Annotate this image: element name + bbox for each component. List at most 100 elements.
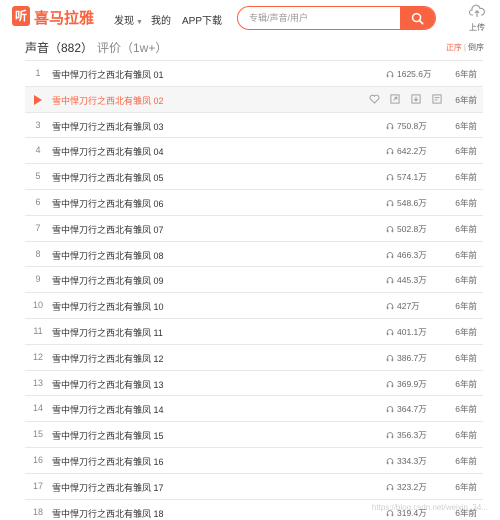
headphone-icon <box>386 226 394 232</box>
track-time: 6年前 <box>455 326 477 337</box>
track-index: 4 <box>35 145 41 156</box>
sort-asc-button[interactable]: 正序 <box>446 43 462 52</box>
tab-reviews[interactable]: 评价（1w+） <box>97 39 167 56</box>
track-row[interactable]: 12 雪中悍刀行之西北有雏凤 12 386.7万 6年前 <box>25 345 483 371</box>
sort-desc-button[interactable]: 倒序 <box>468 43 484 52</box>
logo-text[interactable]: 喜马拉雅 <box>34 7 94 28</box>
headphone-icon <box>386 329 394 336</box>
track-title[interactable]: 雪中悍刀行之西北有雏凤 09 <box>52 274 164 287</box>
track-time: 6年前 <box>455 430 477 441</box>
nav-mine[interactable]: 我的 <box>151 12 171 27</box>
nav-mine-label: 我的 <box>151 16 171 27</box>
track-title[interactable]: 雪中悍刀行之西北有雏凤 02 <box>52 94 164 107</box>
play-count: 445.3万 <box>386 274 427 286</box>
track-title[interactable]: 雪中悍刀行之西北有雏凤 12 <box>52 352 164 365</box>
nav-app-download[interactable]: APP下载 <box>182 12 222 27</box>
headphone-icon <box>386 148 394 155</box>
track-title[interactable]: 雪中悍刀行之西北有雏凤 18 <box>52 507 164 520</box>
track-title[interactable]: 雪中悍刀行之西北有雏凤 17 <box>52 481 164 494</box>
play-count: 642.2万 <box>386 145 427 157</box>
play-count: 466.3万 <box>386 249 427 261</box>
upload-cloud-icon <box>468 4 485 17</box>
download-icon[interactable] <box>410 93 422 105</box>
headphone-icon <box>386 483 394 490</box>
track-title[interactable]: 雪中悍刀行之西北有雏凤 10 <box>52 300 164 313</box>
add-to-playlist-icon[interactable] <box>431 93 443 105</box>
track-index: 10 <box>32 300 43 311</box>
headphone-icon <box>386 354 394 361</box>
play-count-value: 548.6万 <box>397 197 427 208</box>
track-title[interactable]: 雪中悍刀行之西北有雏凤 05 <box>52 171 164 184</box>
play-count-value: 574.1万 <box>397 172 427 183</box>
track-list: 1 雪中悍刀行之西北有雏凤 01 1625.6万 6年前雪中悍刀行之西北有雏凤 02 6… <box>25 60 483 520</box>
headphone-icon <box>386 122 394 129</box>
track-row[interactable]: 8 雪中悍刀行之西北有雏凤 08 466.3万 6年前 <box>25 242 483 268</box>
nav-discover[interactable]: 发现 ▼ <box>114 12 143 27</box>
track-title[interactable]: 雪中悍刀行之西北有雏凤 15 <box>52 429 164 442</box>
track-title[interactable]: 雪中悍刀行之西北有雏凤 08 <box>52 249 164 262</box>
search-button[interactable] <box>400 7 435 29</box>
headphone-icon <box>386 251 394 258</box>
track-title[interactable]: 雪中悍刀行之西北有雏凤 01 <box>52 68 164 81</box>
nav-app-download-label: APP下载 <box>182 16 223 27</box>
track-row[interactable]: 4 雪中悍刀行之西北有雏凤 04 642.2万 6年前 <box>25 138 483 165</box>
track-row[interactable]: 雪中悍刀行之西北有雏凤 02 6年前 <box>25 86 483 113</box>
track-title[interactable]: 雪中悍刀行之西北有雏凤 04 <box>52 145 164 158</box>
track-row[interactable]: 5 雪中悍刀行之西北有雏凤 05 574.1万 6年前 <box>25 164 483 190</box>
play-count-value: 356.3万 <box>397 430 427 441</box>
heart-icon[interactable] <box>368 93 380 105</box>
track-row[interactable]: 3 雪中悍刀行之西北有雏凤 03 750.8万 6年前 <box>25 113 483 139</box>
track-row[interactable]: 15 雪中悍刀行之西北有雏凤 15 356.3万 6年前 <box>25 422 483 448</box>
share-icon[interactable] <box>389 93 401 105</box>
track-title[interactable]: 雪中悍刀行之西北有雏凤 06 <box>52 197 164 210</box>
track-title[interactable]: 雪中悍刀行之西北有雏凤 07 <box>52 223 164 236</box>
play-count: 323.2万 <box>386 481 427 493</box>
play-icon[interactable] <box>34 94 42 105</box>
track-row[interactable]: 6 雪中悍刀行之西北有雏凤 06 548.6万 6年前 <box>25 190 483 216</box>
track-title[interactable]: 雪中悍刀行之西北有雏凤 16 <box>52 455 164 468</box>
track-row[interactable]: 9 雪中悍刀行之西北有雏凤 09 445.3万 6年前 <box>25 267 483 294</box>
track-row[interactable]: 11 雪中悍刀行之西北有雏凤 11 401.1万 6年前 <box>25 319 483 345</box>
search-input[interactable] <box>238 7 403 29</box>
track-time: 6年前 <box>455 352 477 363</box>
track-time: 6年前 <box>455 94 477 105</box>
track-index: 6 <box>35 196 41 207</box>
play-count: 364.7万 <box>386 403 427 415</box>
play-count-value: 386.7万 <box>397 352 427 363</box>
nav-discover-label: 发现 <box>114 16 134 27</box>
play-count: 502.8万 <box>386 223 427 235</box>
play-count: 369.9万 <box>386 378 427 390</box>
track-time: 6年前 <box>455 120 477 131</box>
track-actions <box>368 93 443 105</box>
track-title[interactable]: 雪中悍刀行之西北有雏凤 14 <box>52 403 164 416</box>
track-row[interactable]: 14 雪中悍刀行之西北有雏凤 14 364.7万 6年前 <box>25 396 483 423</box>
track-index: 14 <box>32 403 43 414</box>
play-count-value: 750.8万 <box>397 120 427 131</box>
play-count-value: 445.3万 <box>397 275 427 286</box>
play-count-value: 427万 <box>397 301 420 312</box>
headphone-icon <box>386 406 394 413</box>
track-row[interactable]: 10 雪中悍刀行之西北有雏凤 10 427万 6年前 <box>25 293 483 319</box>
sort-toggle: 正序 | 倒序 <box>446 42 484 53</box>
track-index: 8 <box>35 248 41 259</box>
track-index: 16 <box>32 454 43 465</box>
track-index: 15 <box>32 429 43 440</box>
track-row[interactable]: 7 雪中悍刀行之西北有雏凤 07 502.8万 6年前 <box>25 216 483 242</box>
track-row[interactable]: 16 雪中悍刀行之西北有雏凤 16 334.3万 6年前 <box>25 448 483 474</box>
track-time: 6年前 <box>455 481 477 492</box>
track-row[interactable]: 13 雪中悍刀行之西北有雏凤 13 369.9万 6年前 <box>25 371 483 397</box>
play-count: 386.7万 <box>386 352 427 364</box>
track-row[interactable]: 17 雪中悍刀行之西北有雏凤 17 323.2万 6年前 <box>25 474 483 500</box>
play-count: 427万 <box>386 300 420 312</box>
sort-separator: | <box>463 43 466 52</box>
play-count-value: 369.9万 <box>397 378 427 389</box>
upload-button[interactable]: 上传 <box>466 4 488 33</box>
track-title[interactable]: 雪中悍刀行之西北有雏凤 03 <box>52 120 164 133</box>
track-title[interactable]: 雪中悍刀行之西北有雏凤 13 <box>52 378 164 391</box>
headphone-icon <box>386 458 394 465</box>
track-index: 3 <box>35 119 41 130</box>
track-row[interactable]: 1 雪中悍刀行之西北有雏凤 01 1625.6万 6年前 <box>25 61 483 87</box>
track-title[interactable]: 雪中悍刀行之西北有雏凤 11 <box>52 326 163 339</box>
logo-icon[interactable]: 听 <box>12 6 30 26</box>
tab-sounds[interactable]: 声音（882） <box>25 39 93 56</box>
